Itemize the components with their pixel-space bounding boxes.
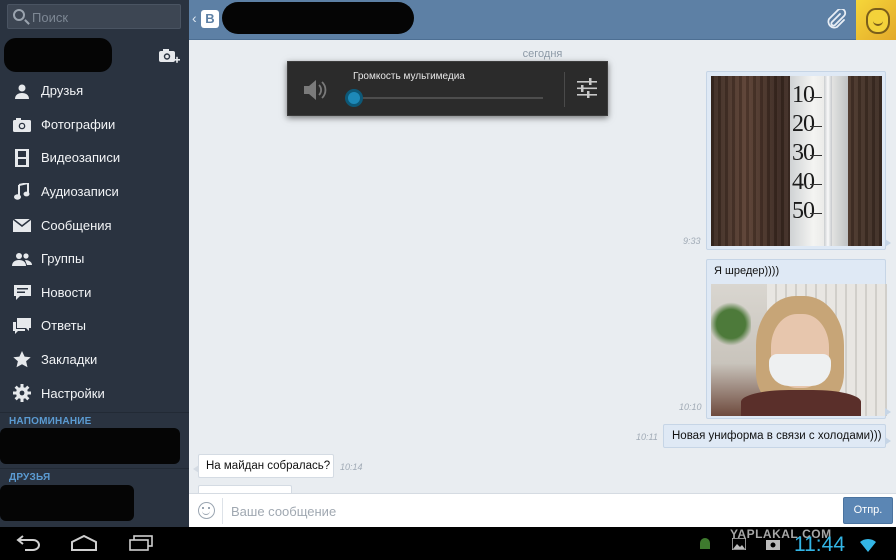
thermometer-photo[interactable]: 10 20 30 40 50 (711, 76, 882, 246)
film-icon (12, 148, 32, 168)
message-text: Новая униформа в связи с холодами))) (672, 430, 882, 442)
section-friends: ДРУЗЬЯ (0, 468, 189, 486)
status-clock: 11:44 (794, 533, 845, 556)
search-input[interactable] (32, 8, 172, 26)
sidebar-item-label: Новости (41, 284, 92, 300)
divider (564, 72, 565, 107)
paperclip-icon[interactable] (825, 9, 847, 31)
redacted-reminder (0, 428, 180, 464)
recent-apps-icon[interactable] (128, 535, 154, 551)
sidebar-item-label: Группы (41, 251, 85, 267)
message-bubble-outgoing[interactable]: Новая униформа в связи с холодами))) (663, 424, 891, 448)
sidebar-item-photos[interactable]: Фотографии (0, 108, 189, 142)
scale-number: 40 (792, 169, 815, 195)
redacted-contact-name (222, 2, 414, 34)
sidebar-item-label: Аудиозаписи (41, 184, 119, 200)
back-nav-icon[interactable] (16, 535, 42, 551)
sidebar-item-videos[interactable]: Видеозаписи (0, 141, 189, 175)
message-time: 9:33 (683, 236, 701, 246)
message-time: 10:11 (636, 432, 658, 442)
sidebar-menu: Друзья Фотографии Видеозаписи Аудиозапис… (0, 74, 189, 410)
sidebar-item-label: Видеозаписи (41, 150, 121, 166)
wifi-icon (860, 538, 876, 552)
redacted-friend (0, 485, 134, 521)
gallery-notification-icon (732, 538, 746, 550)
volume-title: Громкость мультимедиа (353, 71, 465, 82)
scale-number: 30 (792, 140, 815, 166)
masked-girl-photo[interactable] (711, 284, 887, 416)
message-time: 10:10 (679, 402, 702, 412)
sidebar-item-label: Друзья (41, 83, 84, 99)
sound-settings-icon[interactable] (576, 78, 598, 98)
sidebar-item-label: Фотографии (41, 116, 116, 132)
sidebar-item-bookmarks[interactable]: Закладки (0, 343, 189, 377)
volume-slider-knob[interactable] (345, 89, 363, 107)
date-separator: сегодня (522, 48, 563, 60)
scale-number: 20 (792, 111, 815, 137)
message-bubble-incoming[interactable]: На майдан собралась? (193, 454, 334, 478)
send-button[interactable]: Отпр. (843, 497, 893, 524)
volume-slider-track[interactable] (353, 97, 543, 99)
sidebar-item-groups[interactable]: Группы (0, 242, 189, 276)
sidebar-item-news[interactable]: Новости (0, 276, 189, 310)
divider (222, 498, 223, 524)
scale-number: 10 (792, 82, 815, 108)
camera-icon (12, 114, 32, 134)
message-bubble-incoming[interactable] (193, 485, 292, 493)
news-icon (12, 282, 32, 302)
redacted-profile-name (4, 38, 112, 72)
message-text: Я шредер)))) (714, 265, 780, 277)
star-icon (12, 350, 32, 370)
android-notification-icon (700, 538, 710, 549)
camera-notification-icon (766, 540, 780, 550)
message-composer: Отпр. (189, 493, 896, 527)
sidebar-item-label: Настройки (41, 385, 105, 401)
sidebar-item-label: Сообщения (41, 217, 112, 233)
sidebar-item-settings[interactable]: Настройки (0, 376, 189, 410)
sidebar-item-friends[interactable]: Друзья (0, 74, 189, 108)
replies-icon (12, 316, 32, 336)
message-bubble-outgoing[interactable]: 10 20 30 40 50 (706, 71, 891, 250)
message-input[interactable] (231, 501, 831, 521)
sidebar: Друзья Фотографии Видеозаписи Аудиозапис… (0, 0, 189, 527)
scale-number: 50 (792, 198, 815, 224)
thermometer-scale: 10 20 30 40 50 (790, 76, 848, 246)
search-icon (13, 9, 25, 21)
message-text: На майдан собралась? (206, 460, 331, 472)
search-box[interactable] (7, 4, 181, 29)
contact-avatar[interactable] (856, 0, 896, 40)
music-note-icon (12, 182, 32, 202)
sidebar-item-audio[interactable]: Аудиозаписи (0, 175, 189, 209)
volume-dialog: Громкость мультимедиа (287, 61, 608, 116)
sidebar-item-messages[interactable]: Сообщения (0, 208, 189, 242)
vk-logo[interactable]: В (201, 10, 219, 28)
envelope-icon (12, 215, 32, 235)
people-icon (12, 249, 32, 269)
speaker-icon[interactable] (303, 79, 329, 101)
sidebar-item-replies[interactable]: Ответы (0, 309, 189, 343)
message-time: 10:14 (340, 462, 363, 472)
home-nav-icon[interactable] (70, 535, 98, 551)
system-navigation-bar: YAPLAKAL.COM 11:44 (0, 527, 896, 560)
conversation-header: ‹ В (189, 0, 896, 40)
sidebar-item-label: Ответы (41, 318, 86, 334)
face-mask (769, 354, 831, 386)
emoji-icon[interactable] (198, 502, 215, 519)
back-chevron-icon[interactable]: ‹ (192, 10, 197, 26)
person-icon (12, 81, 32, 101)
add-photo-icon[interactable] (158, 47, 180, 65)
gear-icon (12, 383, 32, 403)
message-bubble-outgoing[interactable]: Я шредер)))) (706, 259, 891, 419)
sidebar-item-label: Закладки (41, 352, 98, 368)
